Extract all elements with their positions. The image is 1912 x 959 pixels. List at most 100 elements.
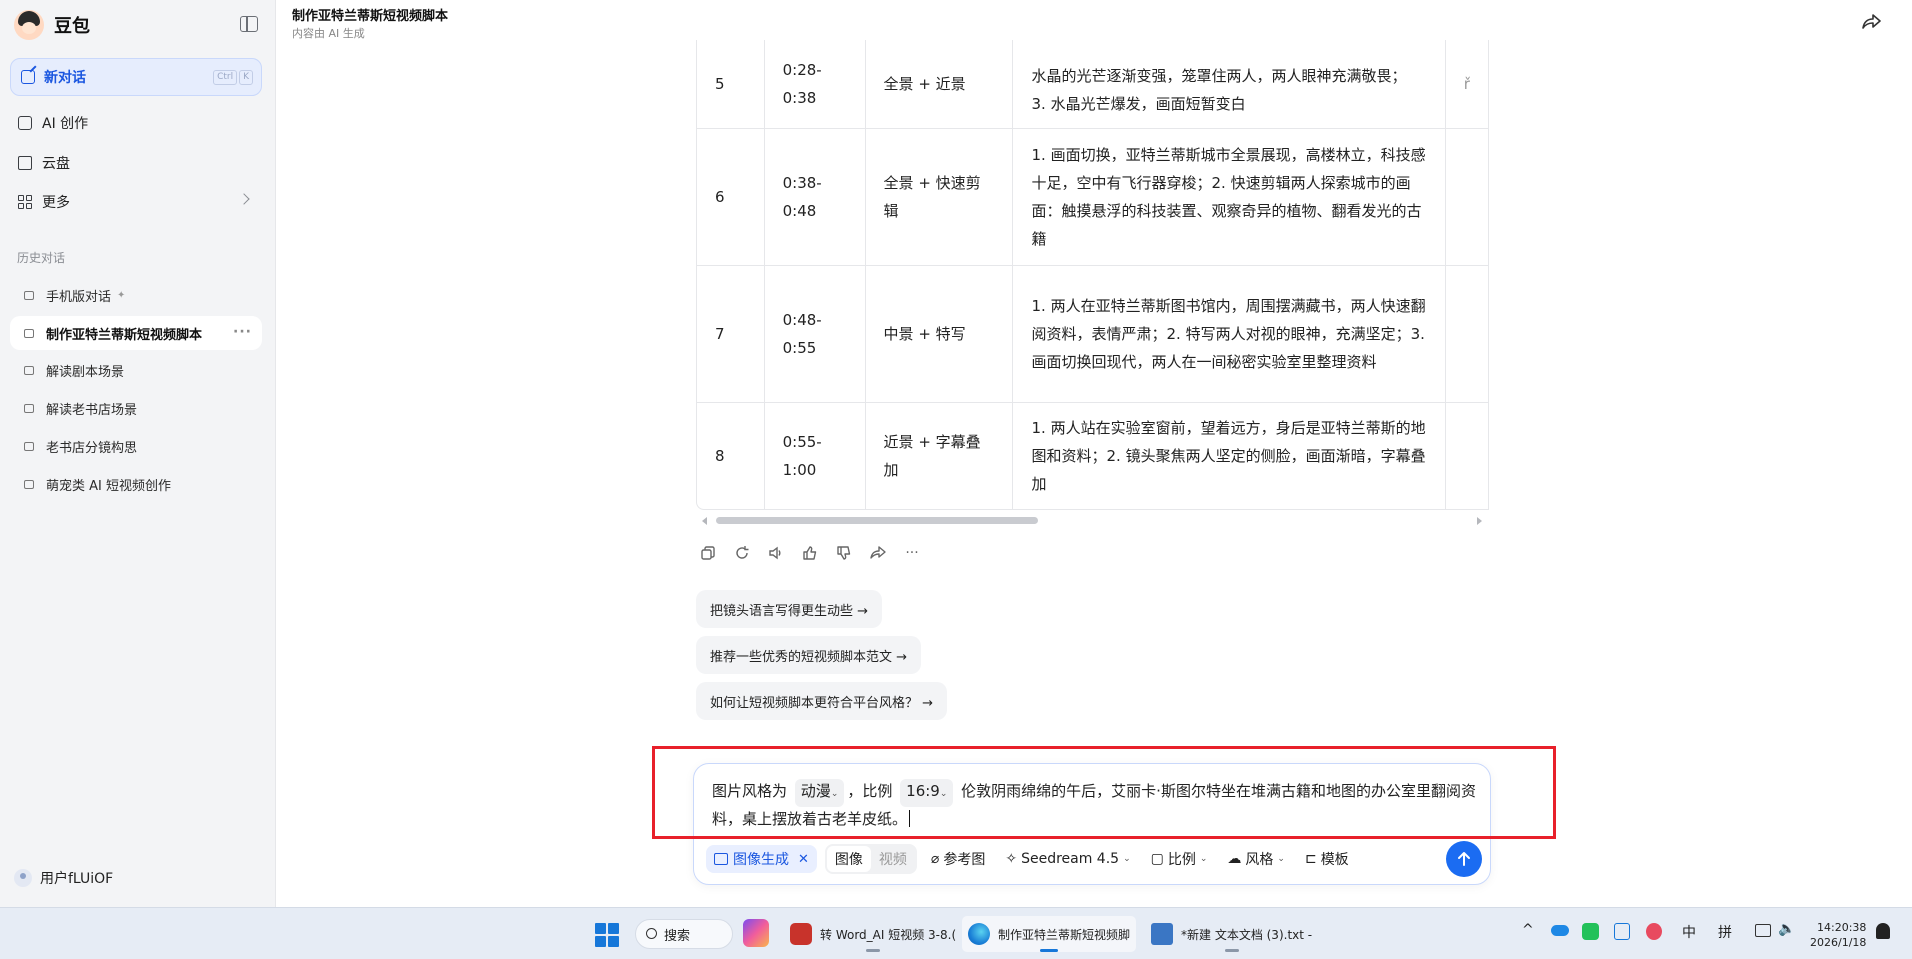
cell-extra	[1445, 402, 1489, 509]
scroll-right-icon[interactable]	[1477, 517, 1482, 525]
more-icon[interactable]: ···	[904, 545, 920, 561]
doubao-logo-avatar	[14, 10, 44, 40]
history-item[interactable]: 解读剧本场景	[10, 353, 262, 387]
chevron-down-icon: ⌄	[1123, 854, 1131, 864]
suggestion-chip[interactable]: 如何让短视频脚本更符合平台风格？ →	[696, 682, 948, 720]
reference-label: 参考图	[943, 852, 986, 868]
taskbar-search[interactable]: 搜索	[635, 919, 733, 949]
scroll-left-icon[interactable]	[702, 517, 707, 525]
system-clock[interactable]: 14:20:38 2026/1/18	[1810, 920, 1866, 950]
table-horizontal-scrollbar[interactable]	[698, 514, 1488, 526]
suggestion-chip[interactable]: 推荐一些优秀的短视频脚本范文 →	[696, 636, 922, 674]
template-label: 模板	[1320, 852, 1349, 868]
sidebar: 豆包 新对话 Ctrl K AI 创作 云盘 更多 历史对话 手机版对话 ✦ 制…	[0, 0, 276, 907]
regenerate-icon[interactable]	[734, 545, 750, 561]
toggle-image[interactable]: 图像	[826, 846, 871, 872]
script-table: 5 0:28-0:38 全景 + 近景 水晶的光芒逐渐变强，笼罩住两人，两人眼神…	[696, 40, 1489, 510]
chevron-down-icon: ⌄	[1199, 854, 1208, 864]
history-item-label: 解读老书店场景	[46, 402, 138, 418]
cell-description: 1. 画面切换，亚特兰蒂斯城市全景展现，高楼林立，科技感十足，空中有飞行器穿梭；…	[1012, 128, 1446, 266]
toggle-video[interactable]: 视频	[871, 846, 915, 872]
cell-shot-type: 中景 + 特写	[865, 265, 1014, 403]
wps-icon	[790, 923, 812, 945]
network-icon[interactable]	[1755, 924, 1771, 937]
image-icon	[714, 853, 728, 865]
cell-shot-number: 5	[697, 40, 765, 129]
chevron-up-icon[interactable]: ^	[1522, 922, 1534, 938]
nav-more-label: 更多	[42, 195, 70, 211]
taskbar-app-notepad[interactable]: *新建 文本文档 (3).txt -	[1145, 916, 1318, 952]
cell-extra	[1445, 128, 1489, 266]
history-item[interactable]: 手机版对话 ✦	[10, 278, 262, 312]
sidebar-collapse-icon[interactable]	[240, 16, 258, 32]
chat-icon	[24, 479, 34, 489]
running-indicator	[1224, 949, 1239, 952]
taskbar-app-wps[interactable]: 转 Word_AI 短视频 3-8.(	[784, 916, 962, 952]
table-row: 6 0:38-0:48 全景 + 快速剪辑 1. 画面切换，亚特兰蒂斯城市全景展…	[697, 128, 1489, 266]
wechat-icon[interactable]	[1582, 923, 1599, 940]
ratio-select[interactable]: ▢ 比例 ⌄	[1145, 845, 1214, 873]
cell-shot-type: 近景 + 字幕叠加	[865, 402, 1014, 509]
model-select[interactable]: ✧ Seedream 4.5 ⌄	[999, 847, 1136, 871]
scrollbar-thumb[interactable]	[716, 517, 1038, 524]
taskbar-app-edge[interactable]: 制作亚特兰蒂斯短视频脚	[962, 916, 1137, 952]
send-button[interactable]	[1446, 841, 1482, 877]
cell-time: 0:38-0:48	[764, 128, 866, 266]
nav-ai-create[interactable]: AI 创作	[18, 112, 88, 134]
mode-label: 图像生成	[733, 852, 789, 868]
tray-app-icon[interactable]	[1646, 923, 1662, 940]
arrow-up-icon	[1458, 852, 1470, 866]
ai-create-icon	[18, 116, 32, 130]
ime-mode[interactable]: 拼	[1718, 922, 1732, 942]
reference-image-button[interactable]: ⌀ 参考图	[925, 845, 991, 873]
brand[interactable]: 豆包	[14, 10, 90, 40]
style-select[interactable]: ☁ 风格 ⌄	[1221, 845, 1291, 873]
chat-icon	[24, 328, 34, 338]
ime-language[interactable]: 中	[1682, 922, 1696, 942]
image-generation-mode[interactable]: 图像生成 ✕	[706, 845, 817, 873]
description-line: 水晶的光芒逐渐变强，笼罩住两人，两人眼神充满敬畏；	[1031, 66, 1407, 85]
app-name: 豆包	[54, 16, 90, 37]
ratio-label: 比例	[1167, 852, 1196, 868]
template-icon: ⊏	[1304, 851, 1317, 867]
nav-cloud-drive[interactable]: 云盘	[18, 152, 70, 174]
user-profile[interactable]: 用户fLUiOF	[14, 868, 113, 888]
copy-icon[interactable]	[700, 545, 716, 561]
share-icon[interactable]	[1862, 13, 1882, 29]
windows-start-icon[interactable]	[595, 923, 619, 947]
taskbar-app-label: 转 Word_AI 短视频 3-8.(	[820, 927, 957, 942]
speaker-icon[interactable]	[768, 545, 784, 561]
suggestion-chip[interactable]: 把镜头语言写得更生动些 →	[696, 590, 883, 628]
history-item-label: 解读剧本场景	[46, 364, 125, 380]
user-name: 用户fLUiOF	[40, 871, 114, 887]
more-options-icon[interactable]: ···	[233, 324, 252, 340]
cell-shot-type: 全景 + 快速剪辑	[865, 128, 1014, 266]
history-item[interactable]: 老书店分镜构思	[10, 429, 262, 463]
history-item[interactable]: 解读老书店场景	[10, 391, 262, 425]
chevron-right-icon	[238, 193, 250, 205]
onedrive-icon[interactable]	[1551, 925, 1569, 936]
history-title: 历史对话	[17, 251, 66, 265]
history-item[interactable]: 萌宠类 AI 短视频创作	[10, 467, 262, 501]
thumbs-up-icon[interactable]	[802, 545, 818, 561]
cell-time: 0:28-0:38	[764, 40, 866, 129]
template-button[interactable]: ⊏ 模板	[1299, 845, 1355, 873]
notification-bell-icon[interactable]	[1876, 923, 1890, 939]
dingtalk-icon[interactable]	[1614, 923, 1630, 940]
crop-icon: ▢	[1150, 851, 1164, 867]
copilot-app-icon[interactable]	[743, 919, 769, 947]
cell-time: 0:48-0:55	[764, 265, 866, 403]
highlight-annotation-frame	[652, 746, 1556, 839]
share-message-icon[interactable]	[870, 545, 886, 561]
nav-more[interactable]: 更多	[18, 191, 70, 213]
clock-time: 14:20:38	[1817, 921, 1867, 934]
history-item-active[interactable]: 制作亚特兰蒂斯短视频脚本 ···	[10, 316, 262, 350]
close-icon[interactable]: ✕	[798, 852, 809, 867]
cell-description: 1. 两人站在实验室窗前，望着远方，身后是亚特兰蒂斯的地图和资料；2. 镜头聚焦…	[1012, 402, 1446, 509]
volume-icon[interactable]: 🔈	[1778, 921, 1795, 937]
shortcut-key-k: K	[239, 70, 253, 85]
thumbs-down-icon[interactable]	[836, 545, 852, 561]
new-chat-button[interactable]: 新对话 Ctrl K	[10, 58, 262, 96]
running-indicator	[866, 949, 881, 952]
notepad-icon	[1151, 923, 1173, 945]
